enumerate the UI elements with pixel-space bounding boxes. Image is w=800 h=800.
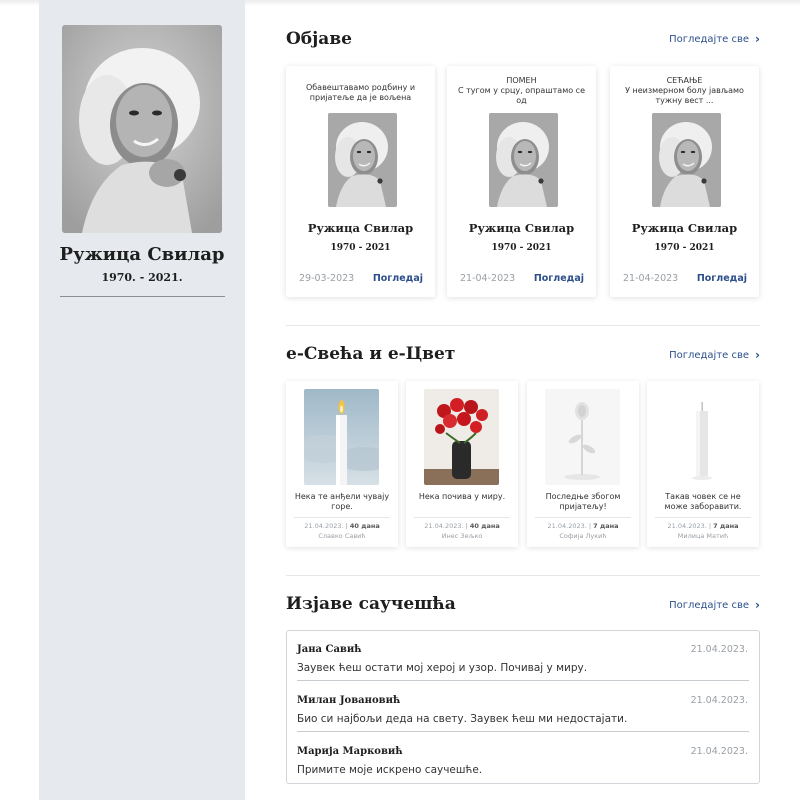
profile-portrait [62,25,222,233]
obituary-text: У неизмерном болу јављамо тужну вест ... [625,86,744,105]
condolence-author: Марија Марковић [297,746,403,757]
tribute-divider [414,517,510,518]
tribute-divider [655,517,751,518]
condolence-text: Заувек ћеш остати мој херој и узор. Почи… [297,662,588,674]
chevron-right-icon: › [755,598,760,612]
tribute-meta: 21.04.2023. | 7 дана [547,522,619,530]
see-all-label: Погледајте све [669,33,750,45]
obituary-text: Обавештавамо родбину и пријатеље да је в… [305,83,416,102]
tribute-divider [535,517,631,518]
gifts-see-all-link[interactable]: Погледајте све › [669,348,760,362]
obituary-intro: СЕЋАЊЕ У неизмерном болу јављамо тужну в… [616,76,753,106]
condolence-date: 21.04.2023. [690,746,748,757]
tribute-divider [294,517,390,518]
tribute-date: 21.04.2023. [547,522,587,530]
chevron-right-icon: › [755,348,760,362]
obituary-card[interactable]: Обавештавамо родбину и пријатеље да је в… [286,66,435,297]
tribute-date: 21.04.2023. [424,522,464,530]
chevron-right-icon: › [755,32,760,46]
tribute-author: Софија Лукић [559,532,607,540]
condolence-author: Јана Савић [297,644,362,655]
condolence-item: Марија Марковић 21.04.2023. Примите моје… [297,733,749,783]
obituary-view-link[interactable]: Погледај [534,273,584,284]
obituary-name: Ружица Свилар [307,221,414,235]
obituary-card[interactable]: ПОМЕН С тугом у срцу, опраштамо се од Ру… [447,66,596,297]
section-divider [286,575,760,576]
condolence-text: Примите моје искрено саучешће. [297,764,483,776]
section-divider [286,325,760,326]
condolence-author: Милан Јовановић [297,695,401,706]
tribute-card[interactable]: Такав човек се не може заборавити. 21.04… [647,381,759,547]
condolences-list: Јана Савић 21.04.2023. Заувек ћеш остати… [286,630,760,784]
obituary-date: 21-04-2023 [460,273,516,284]
rose-icon [545,389,620,485]
tribute-card[interactable]: Последње збогом пријатељу! 21.04.2023. |… [527,381,639,547]
profile-divider [60,296,225,297]
obituary-name: Ружица Свилар [468,221,575,235]
tribute-message: Последње збогом пријатељу! [545,492,621,511]
tribute-duration: 40 дана [349,522,380,530]
gifts-section-title: е-Свећа и е-Цвет [286,344,456,364]
tribute-duration: 7 дана [713,522,739,530]
obituary-type: СЕЋАЊЕ [666,76,703,85]
see-all-label: Погледајте све [669,349,750,361]
posts-section-title: Објаве [286,29,352,49]
obituary-years: 1970 - 2021 [654,243,715,253]
roses-icon [424,389,499,485]
tribute-meta: 21.04.2023. | 40 дана [424,522,500,530]
tribute-date: 21.04.2023. [304,522,344,530]
obituary-years: 1970 - 2021 [330,243,391,253]
obituary-card[interactable]: СЕЋАЊЕ У неизмерном болу јављамо тужну в… [610,66,759,297]
obituary-type: ПОМЕН [506,76,537,85]
tribute-author: Инес Зељко [441,532,483,540]
condolence-text: Био си најбољи деда на свету. Заувек ћеш… [297,713,628,725]
candle-icon [304,389,379,485]
obituary-view-link[interactable]: Погледај [373,273,423,284]
obituary-photo [489,113,558,207]
tribute-author: Милица Матић [677,532,729,540]
obituary-view-link[interactable]: Погледај [697,273,747,284]
condolences-section-title: Изјаве саучешћа [286,594,456,614]
see-all-label: Погледајте све [669,599,750,611]
obituary-years: 1970 - 2021 [491,243,552,253]
tribute-author: Славко Савић [318,532,366,540]
tribute-meta: 21.04.2023. | 7 дана [667,522,739,530]
condolence-date: 21.04.2023. [690,695,748,706]
condolence-date: 21.04.2023. [690,644,748,655]
tribute-duration: 40 дана [469,522,500,530]
obituary-name: Ружица Свилар [631,221,738,235]
condolence-divider [297,731,749,732]
tribute-message: Такав човек се не може заборавити. [664,492,742,511]
obituary-photo [652,113,721,207]
candle-icon [665,389,740,485]
obituary-text: С тугом у срцу, опраштамо се од [458,86,585,105]
profile-name: Ружица Свилар [59,244,225,265]
tribute-card[interactable]: Нека те анђели чувају горе. 21.04.2023. … [286,381,398,547]
condolence-item: Јана Савић 21.04.2023. Заувек ћеш остати… [297,631,749,681]
tribute-duration: 7 дана [593,522,619,530]
posts-see-all-link[interactable]: Погледајте све › [669,32,760,46]
obituary-date: 29-03-2023 [299,273,355,284]
condolences-see-all-link[interactable]: Погледајте све › [669,598,760,612]
profile-years: 1970. - 2021. [101,271,183,284]
obituary-date: 21-04-2023 [623,273,679,284]
condolence-item: Милан Јовановић 21.04.2023. Био си најбо… [297,682,749,732]
obituary-photo [328,113,397,207]
obituary-intro: ПОМЕН С тугом у срцу, опраштамо се од [453,76,590,106]
tribute-card[interactable]: Нека почива у миру. 21.04.2023. | 40 дан… [406,381,518,547]
tribute-message: Нека те анђели чувају горе. [294,492,390,511]
tribute-date: 21.04.2023. [667,522,707,530]
condolence-divider [297,680,749,681]
tribute-meta: 21.04.2023. | 40 дана [304,522,380,530]
tribute-message: Нека почива у миру. [418,492,506,501]
obituary-intro: Обавештавамо родбину и пријатеље да је в… [292,83,429,103]
